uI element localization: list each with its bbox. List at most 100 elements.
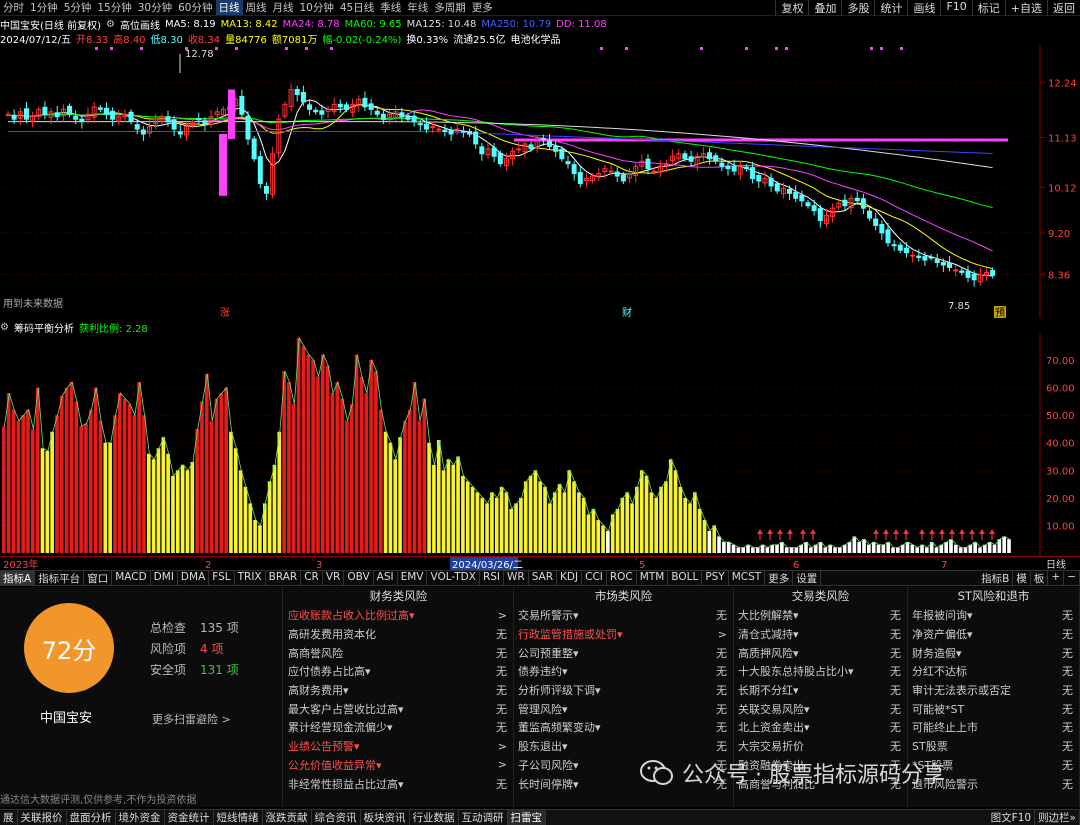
period-tab[interactable]: 更多 [469,0,496,15]
indicator-tab-right[interactable]: 模 [1013,570,1031,586]
bottom-tab[interactable]: 板块资讯 [361,810,410,825]
indicator-tab[interactable]: WR [504,570,529,586]
period-tab[interactable]: 60分钟 [175,0,215,15]
risk-item[interactable]: 管理风险▾ 无 [514,699,733,718]
period-tab[interactable]: 月线 [270,0,297,15]
risk-item[interactable]: 公司预重整▾ 无 [514,643,733,662]
risk-item[interactable]: 分析师评级下调▾ 无 [514,681,733,700]
bottom-tab[interactable]: 资金统计 [165,810,214,825]
risk-item[interactable]: 高质押风险▾ 无 [734,643,907,662]
bottom-tab[interactable]: 行业数据 [410,810,459,825]
indicator-tab[interactable]: RSI [480,570,504,586]
toolbar-button[interactable]: 标记 [971,0,1005,16]
risk-item[interactable]: 可能被*ST 无 [908,699,1079,718]
toolbar-button[interactable]: 画线 [907,0,940,16]
risk-item[interactable]: 高商誉风险 无 [284,643,513,662]
gear-icon[interactable]: ⚙ [106,19,115,30]
period-tab[interactable]: 日线 [215,0,243,15]
indicator-tab[interactable]: EMV [398,570,428,586]
indicator-tab[interactable]: CCI [582,570,607,586]
indicator-name[interactable]: 高位画线 [120,17,160,32]
bottom-tab-right[interactable]: 则边栏» [1035,810,1080,825]
risk-item[interactable]: 十大股东总持股占比小▾ 无 [734,662,907,681]
period-tab[interactable]: 30分钟 [135,0,175,15]
toolbar-button[interactable]: 叠加 [808,0,841,16]
indicator-tab[interactable]: CR [301,570,323,586]
risk-item[interactable]: 财务造假▾ 无 [908,643,1079,662]
risk-item[interactable]: 交易所警示▾ 无 [514,606,733,625]
indicator-tab[interactable]: ASI [374,570,398,586]
risk-item[interactable]: 非经常性损益占比过高▾ 无 [284,774,513,793]
risk-item[interactable]: 清仓式减持▾ 无 [734,625,907,644]
chip-balance-chart[interactable]: 70.00 60.00 50.00 40.00 30.00 20.00 10.00 [0,334,1080,556]
indicator-tab[interactable]: 窗口 [84,570,113,586]
risk-item[interactable]: 大宗交易折价 无 [734,737,907,756]
indicator-tab[interactable]: VR [323,570,345,586]
risk-item[interactable]: 应收账款占收入比例过高▾ > [284,606,513,625]
risk-item[interactable]: 应付债券占比高▾ 无 [284,662,513,681]
indicator-tab[interactable]: MTM [637,570,669,586]
period-tab[interactable]: 季线 [377,0,404,15]
indicator-tab[interactable]: FSL [209,570,235,586]
period-tab[interactable]: 15分钟 [94,0,134,15]
indicator-tab[interactable]: ROC [607,570,637,586]
period-tab[interactable]: 周线 [243,0,270,15]
risk-item[interactable]: 最大客户占营收比过高▾ 无 [284,699,513,718]
indicator-title[interactable]: 筹码平衡分析 [14,320,74,335]
risk-item[interactable]: 净资产偏低▾ 无 [908,625,1079,644]
risk-item[interactable]: 北上资金卖出▾ 无 [734,718,907,737]
bottom-tab-right[interactable]: 图文F10 [988,810,1036,825]
period-tab[interactable]: 多周期 [431,0,469,15]
risk-item[interactable]: 业绩公告预警▾ > [284,737,513,756]
risk-item[interactable]: 债券违约▾ 无 [514,662,733,681]
indicator-tab[interactable]: DMA [178,570,210,586]
toolbar-button[interactable]: 返回 [1047,0,1080,16]
bottom-tab[interactable]: 盘面分析 [67,810,116,825]
indicator-tab[interactable]: BOLL [668,570,703,586]
indicator-tab[interactable]: 指标平台 [35,570,85,586]
risk-item[interactable]: 可能终止上市 无 [908,718,1079,737]
indicator-tab[interactable]: 更多 [765,570,794,586]
period-tab[interactable]: 年线 [404,0,431,15]
bottom-tab[interactable]: 综合资讯 [312,810,361,825]
risk-item[interactable]: 年报被问询▾ 无 [908,606,1079,625]
gear-icon[interactable]: ⚙ [0,322,9,333]
bottom-tab[interactable]: 关联报价 [18,810,67,825]
indicator-tab[interactable]: PSY [702,570,729,586]
risk-item[interactable]: 公允价值收益异常▾ > [284,756,513,775]
indicator-tab[interactable]: SAR [529,570,558,586]
indicator-tab-right[interactable]: 指标B [978,570,1014,586]
bottom-tab[interactable]: 展 [0,810,18,825]
risk-item[interactable]: 长期不分红▾ 无 [734,681,907,700]
risk-item[interactable]: 高财务费用▾ 无 [284,681,513,700]
period-tab[interactable]: 45日线 [337,0,377,15]
bottom-tab[interactable]: 短线情绪 [214,810,263,825]
toolbar-button[interactable]: 复权 [775,0,808,16]
indicator-tab-right[interactable]: − [1064,570,1080,586]
toolbar-button[interactable]: 多股 [841,0,874,16]
indicator-tab[interactable]: 指标A [0,570,36,586]
indicator-tab[interactable]: KDJ [557,570,583,586]
candlestick-chart[interactable]: 12.24 11.13 10.12 9.20 8.36 12.78 7.85 用到未来数据涨 财… [0,45,1080,318]
more-scan-link[interactable]: 更多扫雷避险 > [152,711,231,727]
risk-item[interactable]: 审计无法表示或否定 无 [908,681,1079,700]
indicator-tab[interactable]: MACD [112,570,151,586]
indicator-tab[interactable]: DMI [151,570,178,586]
indicator-tab[interactable]: TRIX [235,570,266,586]
toolbar-button[interactable]: +自选 [1004,0,1047,16]
bottom-tab[interactable]: 扫雷宝 [507,810,546,825]
period-tab[interactable]: 5分钟 [61,0,95,15]
risk-item[interactable]: 大比例解禁▾ 无 [734,606,907,625]
bottom-tab[interactable]: 涨跌贡献 [263,810,312,825]
bottom-tab[interactable]: 境外资金 [116,810,165,825]
bottom-tab[interactable]: 互动调研 [459,810,508,825]
risk-item[interactable]: ST股票 无 [908,737,1079,756]
indicator-tab[interactable]: VOL-TDX [427,570,480,586]
risk-item[interactable]: 累计经营现金流偏少▾ 无 [284,718,513,737]
indicator-tab-right[interactable]: 板 [1031,570,1049,586]
indicator-tab-right[interactable]: + [1048,570,1065,586]
period-tab[interactable]: 分时 [0,0,27,15]
risk-item[interactable]: 分红不达标 无 [908,662,1079,681]
indicator-tab[interactable]: BRAR [266,570,302,586]
risk-item[interactable]: 股东退出▾ 无 [514,737,733,756]
